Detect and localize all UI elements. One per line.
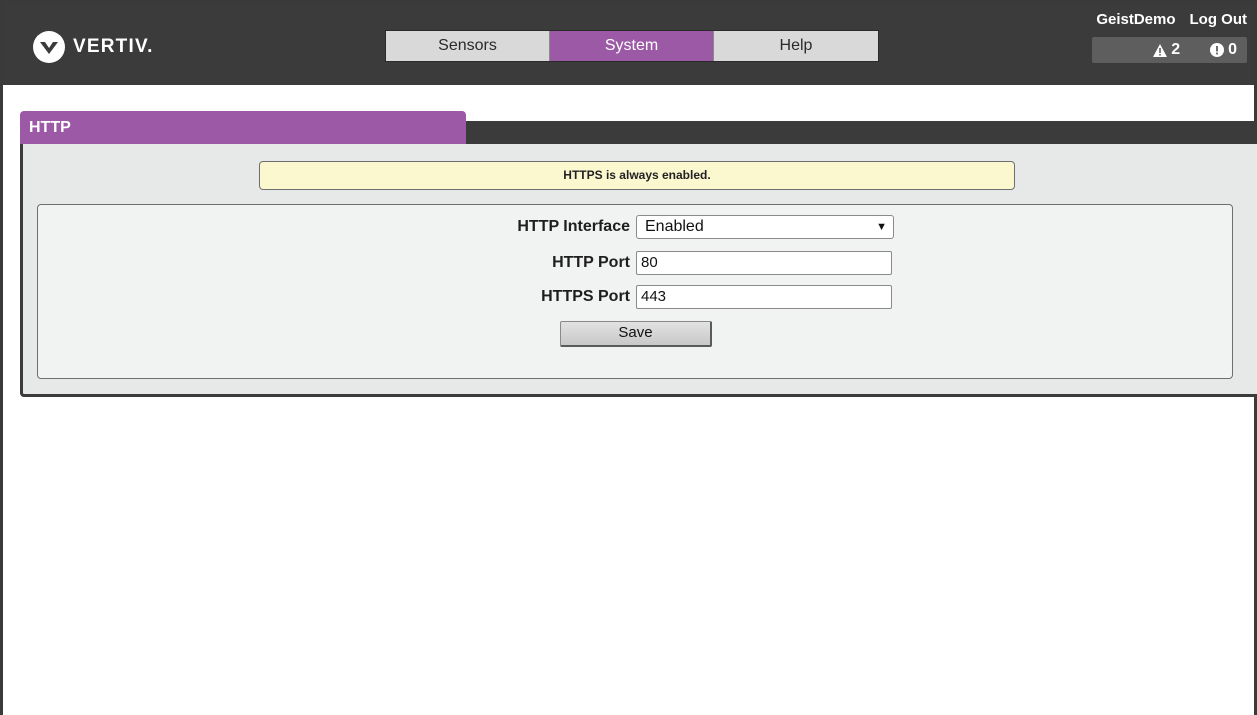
https-port-input[interactable]: 443: [636, 285, 892, 309]
nav-tab-help[interactable]: Help: [714, 31, 878, 61]
main-nav: Sensors System Help: [385, 30, 879, 62]
app-frame: VERTIV. Sensors System Help GeistDemo Lo…: [0, 0, 1257, 715]
http-panel: HTTPS is always enabled. HTTP Interface …: [20, 144, 1257, 397]
exclamation-circle-icon: [1210, 43, 1225, 57]
http-port-input[interactable]: 80: [636, 251, 892, 275]
panel-header-bar: [466, 121, 1257, 144]
http-settings-form: HTTP Interface Enabled ▼ HTTP Port 80 HT…: [37, 204, 1233, 379]
logout-link[interactable]: Log Out: [1190, 11, 1247, 28]
http-interface-row: HTTP Interface Enabled ▼: [38, 215, 1232, 239]
save-button[interactable]: Save: [560, 321, 712, 347]
vertiv-logo-icon: [33, 31, 65, 63]
dropdown-arrow-icon: ▼: [876, 221, 887, 233]
alarm-alerts[interactable]: 0: [1210, 41, 1237, 59]
alert-summary: 2 0: [1092, 37, 1247, 63]
https-notice: HTTPS is always enabled.: [259, 161, 1015, 190]
http-interface-select[interactable]: Enabled ▼: [636, 215, 894, 239]
alarm-count: 0: [1228, 41, 1237, 58]
logo-text: VERTIV.: [73, 36, 154, 57]
vertiv-logo[interactable]: VERTIV.: [33, 31, 154, 63]
http-interface-label: HTTP Interface: [517, 218, 630, 235]
panel-tab-http: HTTP: [20, 111, 466, 144]
http-port-row: HTTP Port 80: [38, 251, 1232, 275]
warning-alerts[interactable]: 2: [1153, 41, 1180, 59]
http-port-label: HTTP Port: [552, 254, 630, 271]
nav-tab-system[interactable]: System: [550, 31, 714, 61]
top-header: VERTIV. Sensors System Help GeistDemo Lo…: [3, 3, 1254, 85]
username-link[interactable]: GeistDemo: [1096, 11, 1175, 28]
warning-triangle-icon: [1153, 43, 1168, 57]
https-port-row: HTTPS Port 443: [38, 285, 1232, 309]
http-interface-value: Enabled: [645, 218, 704, 235]
warning-count: 2: [1171, 41, 1181, 58]
https-port-label: HTTPS Port: [541, 288, 630, 305]
user-links: GeistDemo Log Out: [1092, 11, 1247, 28]
nav-tab-sensors[interactable]: Sensors: [386, 31, 550, 61]
user-area: GeistDemo Log Out 2 0: [1092, 11, 1247, 63]
